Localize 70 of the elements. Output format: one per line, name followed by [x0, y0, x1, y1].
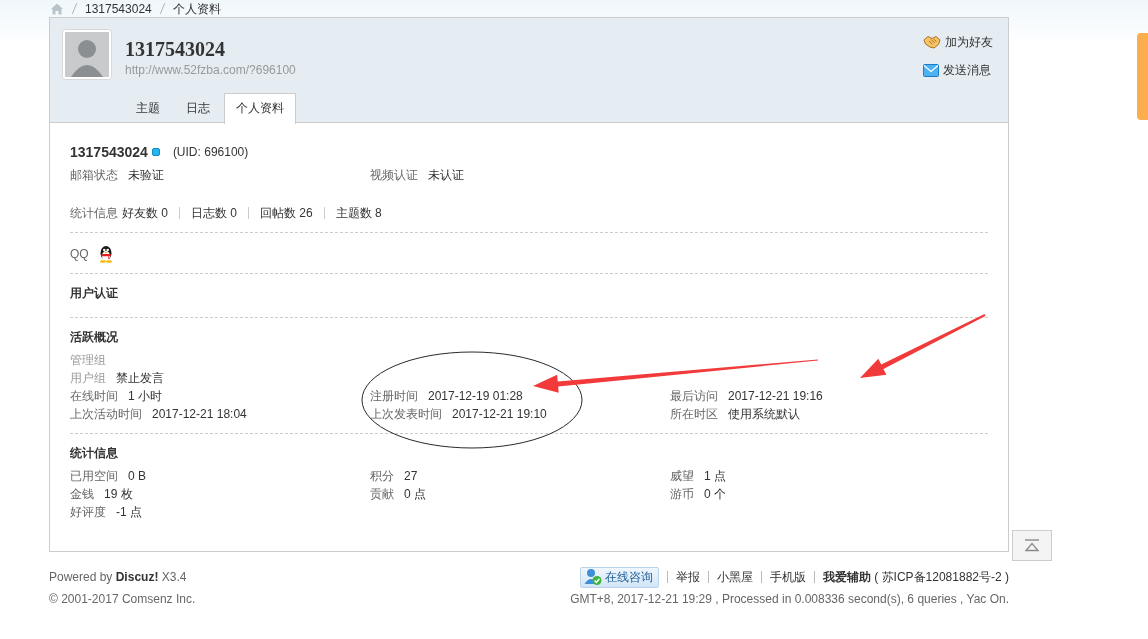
icp-link[interactable]: ( 苏ICP备12081882号-2 ): [874, 568, 1009, 586]
up-arrow-icon: [1024, 539, 1040, 552]
section-heading: 用户认证: [70, 285, 119, 302]
field-value: 1 小时: [128, 388, 162, 405]
field-value: 2017-12-21 19:10: [452, 406, 547, 423]
username: 1317543024: [70, 143, 148, 161]
breadcrumb-link[interactable]: 个人资料: [172, 1, 221, 16]
stat-link[interactable]: 日志数 0: [191, 204, 238, 222]
field-label: 视频认证: [370, 167, 418, 184]
footer-link[interactable]: 举报: [676, 568, 701, 586]
field-label: 威望: [670, 468, 694, 485]
field-value: 0 点: [404, 486, 426, 503]
profile-name: 1317543024: [125, 37, 225, 61]
online-consult-button[interactable]: 在线咨询: [580, 566, 660, 588]
field-label: 所在时区: [670, 406, 718, 423]
field-value: 禁止发言: [116, 370, 164, 387]
field-value: 使用系统默认: [728, 406, 800, 423]
field-label: 已用空间: [70, 468, 118, 485]
status-text: GMT+8, 2017-12-21 19:29 , Processed in 0.008336 second(s), 6 queries , Yac On.: [570, 591, 1009, 608]
penguin-icon[interactable]: [97, 245, 114, 263]
stats-label: 统计信息: [70, 205, 118, 222]
field-label: 上次活动时间: [70, 406, 142, 423]
back-to-top-button[interactable]: [1012, 530, 1052, 561]
field-label: 好评度: [70, 504, 106, 521]
mail-icon: [923, 63, 939, 77]
field-value: 0 个: [704, 486, 726, 503]
qq-label: QQ: [70, 247, 89, 261]
send-message-link[interactable]: 发送消息: [943, 62, 991, 78]
stat-link[interactable]: 主题数 8: [335, 204, 382, 222]
tab[interactable]: 主题: [124, 93, 172, 124]
handshake-icon: [923, 35, 941, 49]
section-heading: 活跃概况: [70, 329, 119, 346]
uid-text: (UID: 696100): [172, 144, 249, 161]
footer-link[interactable]: 手机版: [770, 568, 807, 586]
site-name-link[interactable]: 我爱辅助: [823, 568, 872, 586]
add-friend-link[interactable]: 加为好友: [945, 34, 993, 50]
field-label: 上次发表时间: [370, 406, 442, 423]
copyright-text: © 2001-2017 Comsenz Inc.: [49, 591, 196, 608]
home-icon[interactable]: [50, 2, 64, 15]
field-value: 2017-12-21 18:04: [152, 406, 247, 423]
field-label: 用户组: [70, 370, 106, 387]
field-label: 贡献: [370, 486, 394, 503]
field-label: 游币: [670, 486, 694, 503]
field-label: 最后访问: [670, 388, 718, 405]
field-label: 管理组: [70, 352, 106, 369]
field-value: 未验证: [128, 167, 164, 184]
field-value: 19 枚: [104, 486, 133, 503]
field-value: 27: [404, 468, 418, 485]
tab[interactable]: 日志: [174, 93, 222, 124]
field-label: 金钱: [70, 486, 94, 503]
user-check-icon: [584, 568, 603, 586]
stat-link[interactable]: 回帖数 26: [260, 204, 313, 222]
field-value: 1 点: [704, 468, 726, 485]
field-label: 在线时间: [70, 388, 118, 405]
field-value: 未认证: [428, 167, 464, 184]
powered-by-text: Powered by Discuz! X3.4: [49, 569, 187, 586]
section-heading: 统计信息: [70, 445, 119, 462]
tab[interactable]: 个人资料: [224, 93, 296, 124]
field-label: 邮箱状态: [70, 167, 118, 184]
field-value: 0 B: [128, 468, 146, 485]
field-value: -1 点: [116, 504, 142, 521]
breadcrumb-link[interactable]: 1317543024: [85, 1, 152, 16]
stat-link[interactable]: 好友数 0: [122, 204, 168, 222]
field-value: 2017-12-19 01:28: [428, 388, 523, 405]
status-square-icon: [151, 148, 160, 156]
field-value: 2017-12-21 19:16: [728, 388, 823, 405]
field-label: 积分: [370, 468, 394, 485]
field-label: 注册时间: [370, 388, 418, 405]
avatar-icon: [62, 29, 112, 80]
footer-link[interactable]: 小黑屋: [717, 568, 754, 586]
